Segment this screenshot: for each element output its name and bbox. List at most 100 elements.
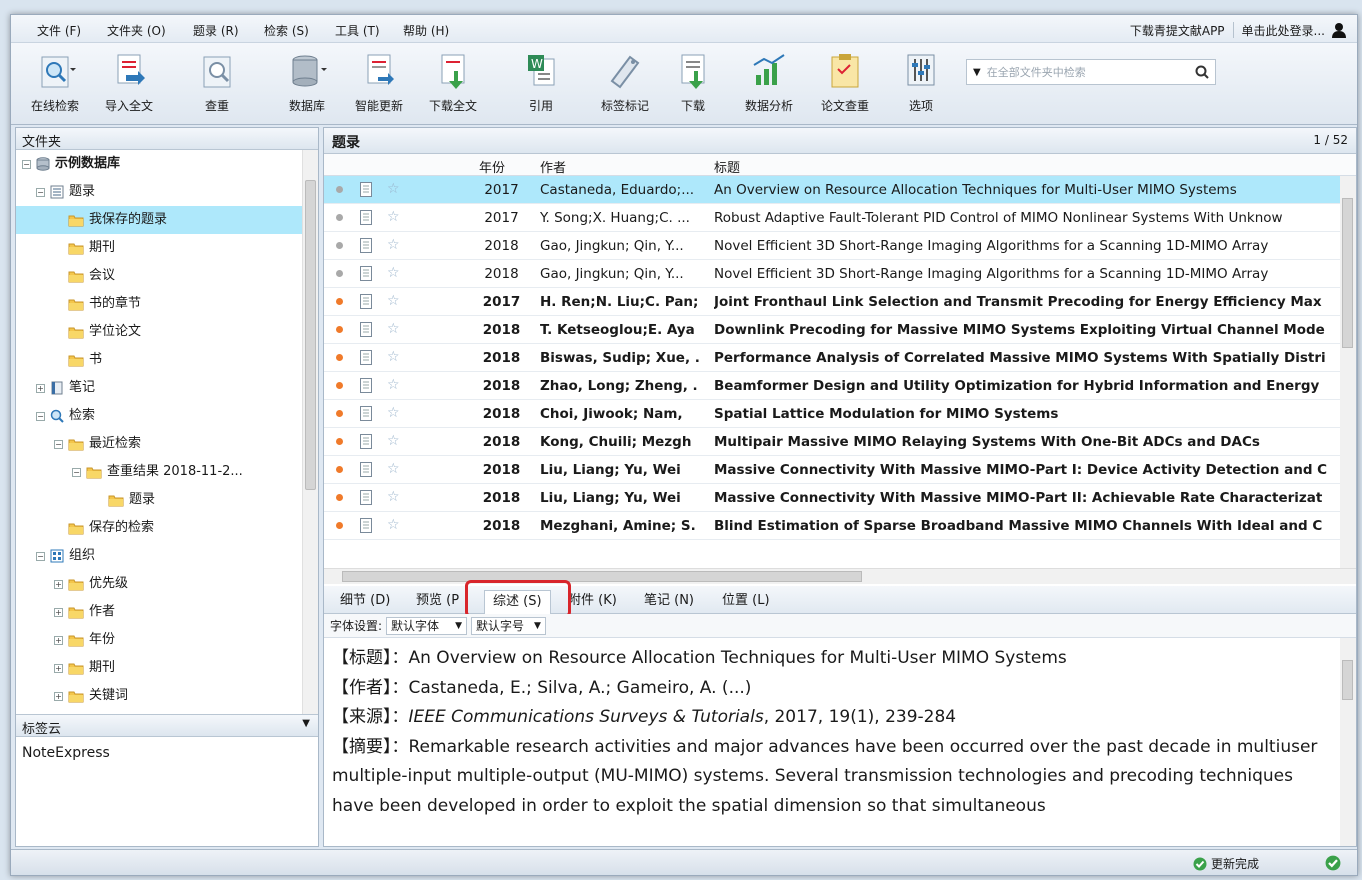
star-icon[interactable]: ☆ (387, 433, 400, 449)
menu-folder[interactable]: 文件夹 (O) (107, 22, 166, 39)
tree-keyword[interactable]: + 关键词 (54, 682, 134, 710)
smart-update-button[interactable]: 智能更新 (349, 49, 409, 115)
star-icon[interactable]: ☆ (387, 293, 400, 309)
expand-toggle-icon[interactable]: − (72, 467, 81, 477)
tree-saved-search[interactable]: 保存的检索 (54, 514, 160, 542)
tree-journal[interactable]: 期刊 (54, 234, 121, 262)
expand-toggle-icon[interactable]: + (54, 635, 63, 645)
tree-priority[interactable]: + 优先级 (54, 570, 134, 598)
star-icon[interactable]: ☆ (387, 489, 400, 505)
online-search-button[interactable]: 在线检索 (25, 49, 85, 115)
col-year[interactable]: 年份 (479, 157, 505, 176)
tree-thesis[interactable]: 学位论文 (54, 318, 147, 346)
options-button[interactable]: 选项 (891, 49, 951, 115)
tree-recent-search[interactable]: − 最近检索 (54, 430, 147, 458)
tree-saved-records[interactable]: 我保存的题录 (16, 206, 302, 234)
download-button[interactable]: 下载 (663, 49, 723, 115)
table-row[interactable]: ☆ 2018 Choi, Jiwook; Nam, Spatial Lattice M… (324, 400, 1340, 428)
user-icon[interactable] (1331, 22, 1347, 38)
expand-toggle-icon[interactable]: + (54, 691, 63, 701)
expand-toggle-icon[interactable]: − (36, 551, 45, 561)
col-title[interactable]: 标题 (714, 157, 740, 176)
table-row[interactable]: ☆ 2018 Liu, Liang; Yu, Wei Massive Connecti… (324, 456, 1340, 484)
tree-book[interactable]: 书 (54, 346, 108, 374)
scroll-thumb[interactable] (342, 571, 862, 582)
col-author[interactable]: 作者 (540, 157, 566, 176)
menu-record[interactable]: 题录 (R) (193, 22, 239, 39)
import-fulltext-button[interactable]: 导入全文 (99, 49, 159, 115)
tree-notes[interactable]: + 笔记 (36, 374, 101, 402)
star-icon[interactable]: ☆ (387, 321, 400, 337)
tree-year[interactable]: + 年份 (54, 626, 121, 654)
table-row[interactable]: ☆ 2018 T. Ketseoglou;E. Aya Downlink Precod… (324, 316, 1340, 344)
login-link[interactable]: 单击此处登录... (1242, 22, 1325, 39)
scroll-thumb[interactable] (305, 180, 316, 490)
database-button[interactable]: 数据库 (277, 49, 337, 115)
expand-toggle-icon[interactable]: − (36, 187, 45, 197)
download-fulltext-button[interactable]: 下载全文 (423, 49, 483, 115)
tree-records-sub[interactable]: 题录 (94, 486, 161, 514)
scroll-thumb[interactable] (1342, 660, 1353, 700)
expand-toggle-icon[interactable]: − (54, 439, 63, 449)
tree-dup-result[interactable]: − 查重结果 2018-11-2... (72, 458, 249, 486)
tree-scrollbar[interactable] (302, 150, 318, 714)
table-row[interactable]: ☆ 2018 Liu, Liang; Yu, Wei Massive Connecti… (324, 484, 1340, 512)
tab-details[interactable]: 细节 (D) (332, 590, 398, 614)
expand-toggle-icon[interactable]: − (22, 159, 31, 169)
scroll-thumb[interactable] (1342, 198, 1353, 348)
chevron-down-icon[interactable]: ▼ (302, 718, 310, 729)
star-icon[interactable]: ☆ (387, 265, 400, 281)
tree-periodical[interactable]: + 期刊 (54, 654, 121, 682)
table-row[interactable]: ☆ 2018 Gao, Jingkun; Qin, Y... Novel Effici… (324, 260, 1340, 288)
download-app-link[interactable]: 下载青提文献APP (1130, 22, 1225, 39)
star-icon[interactable]: ☆ (387, 517, 400, 533)
table-row[interactable]: ☆ 2017 H. Ren;N. Liu;C. Pan; Joint Fronthau… (324, 288, 1340, 316)
star-icon[interactable]: ☆ (387, 181, 400, 197)
search-icon[interactable] (1195, 65, 1209, 79)
table-row[interactable]: ☆ 2018 Kong, Chuili; Mezgh Multipair Massiv… (324, 428, 1340, 456)
star-icon[interactable]: ☆ (387, 461, 400, 477)
tab-location[interactable]: 位置 (L) (714, 590, 778, 614)
font-select[interactable]: 默认字体 ▼ (386, 616, 467, 635)
star-icon[interactable]: ☆ (387, 405, 400, 421)
expand-toggle-icon[interactable]: + (54, 663, 63, 673)
detail-scrollbar[interactable] (1340, 638, 1356, 846)
tree-author[interactable]: + 作者 (54, 598, 121, 626)
tab-notes[interactable]: 笔记 (N) (636, 590, 702, 614)
star-icon[interactable]: ☆ (387, 377, 400, 393)
table-row[interactable]: ☆ 2018 Mezghani, Amine; S. Blind Estimation… (324, 512, 1340, 540)
tree-book-chapter[interactable]: 书的章节 (54, 290, 147, 318)
tree-conference[interactable]: 会议 (54, 262, 121, 290)
table-row[interactable]: ☆ 2017 Castaneda, Eduardo;... An Overview o… (324, 176, 1340, 204)
records-scrollbar[interactable] (1340, 176, 1356, 568)
tree-root-db[interactable]: − 示例数据库 (22, 150, 126, 178)
table-row[interactable]: ☆ 2017 Y. Song;X. Huang;C. ... Robust Adapt… (324, 204, 1340, 232)
tree-organize[interactable]: − 组织 (36, 542, 101, 570)
star-icon[interactable]: ☆ (387, 209, 400, 225)
font-size-select[interactable]: 默认字号 ▼ (470, 616, 546, 635)
data-analysis-button[interactable]: 数据分析 (739, 49, 799, 115)
menu-search[interactable]: 检索 (S) (264, 22, 309, 39)
table-row[interactable]: ☆ 2018 Zhao, Long; Zheng, . Beamformer Desi… (324, 372, 1340, 400)
duplicate-check-button[interactable]: 查重 (187, 49, 247, 115)
tree-records[interactable]: − 题录 (36, 178, 101, 206)
tag-item[interactable]: NoteExpress (16, 737, 318, 769)
cite-button[interactable]: W 引用 (511, 49, 571, 115)
expand-toggle-icon[interactable]: + (54, 607, 63, 617)
tag-mark-button[interactable]: 标签标记 (595, 49, 655, 115)
table-row[interactable]: ☆ 2018 Gao, Jingkun; Qin, Y... Novel Effici… (324, 232, 1340, 260)
menu-file[interactable]: 文件 (F) (37, 22, 81, 39)
expand-toggle-icon[interactable]: + (36, 383, 45, 393)
star-icon[interactable]: ☆ (387, 349, 400, 365)
thesis-check-button[interactable]: 论文查重 (815, 49, 875, 115)
star-icon[interactable]: ☆ (387, 237, 400, 253)
tree-search[interactable]: − 检索 (36, 402, 101, 430)
tab-preview[interactable]: 预览 (P (408, 590, 467, 614)
search-box[interactable]: ▼ 在全部文件夹中检索 (966, 59, 1216, 85)
expand-toggle-icon[interactable]: + (54, 579, 63, 589)
menu-tools[interactable]: 工具 (T) (335, 22, 380, 39)
chevron-down-icon[interactable]: ▼ (973, 67, 981, 78)
table-row[interactable]: ☆ 2018 Biswas, Sudip; Xue, . Performance An… (324, 344, 1340, 372)
menu-help[interactable]: 帮助 (H) (403, 22, 449, 39)
expand-toggle-icon[interactable]: − (36, 411, 45, 421)
